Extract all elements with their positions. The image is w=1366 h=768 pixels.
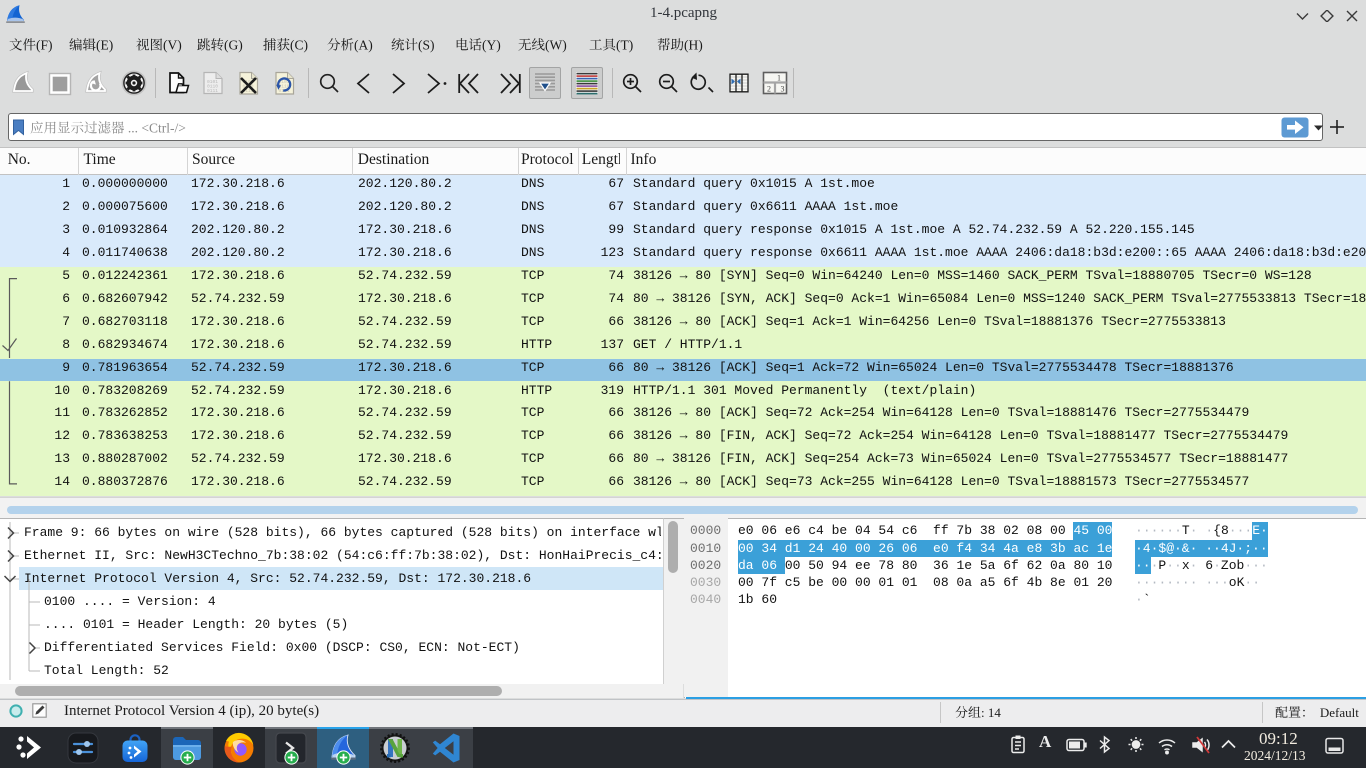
svg-text:1: 1 (777, 74, 781, 83)
svg-text:0111: 0111 (207, 88, 218, 94)
svg-text:3: 3 (781, 85, 785, 94)
svg-text:2: 2 (767, 85, 771, 94)
